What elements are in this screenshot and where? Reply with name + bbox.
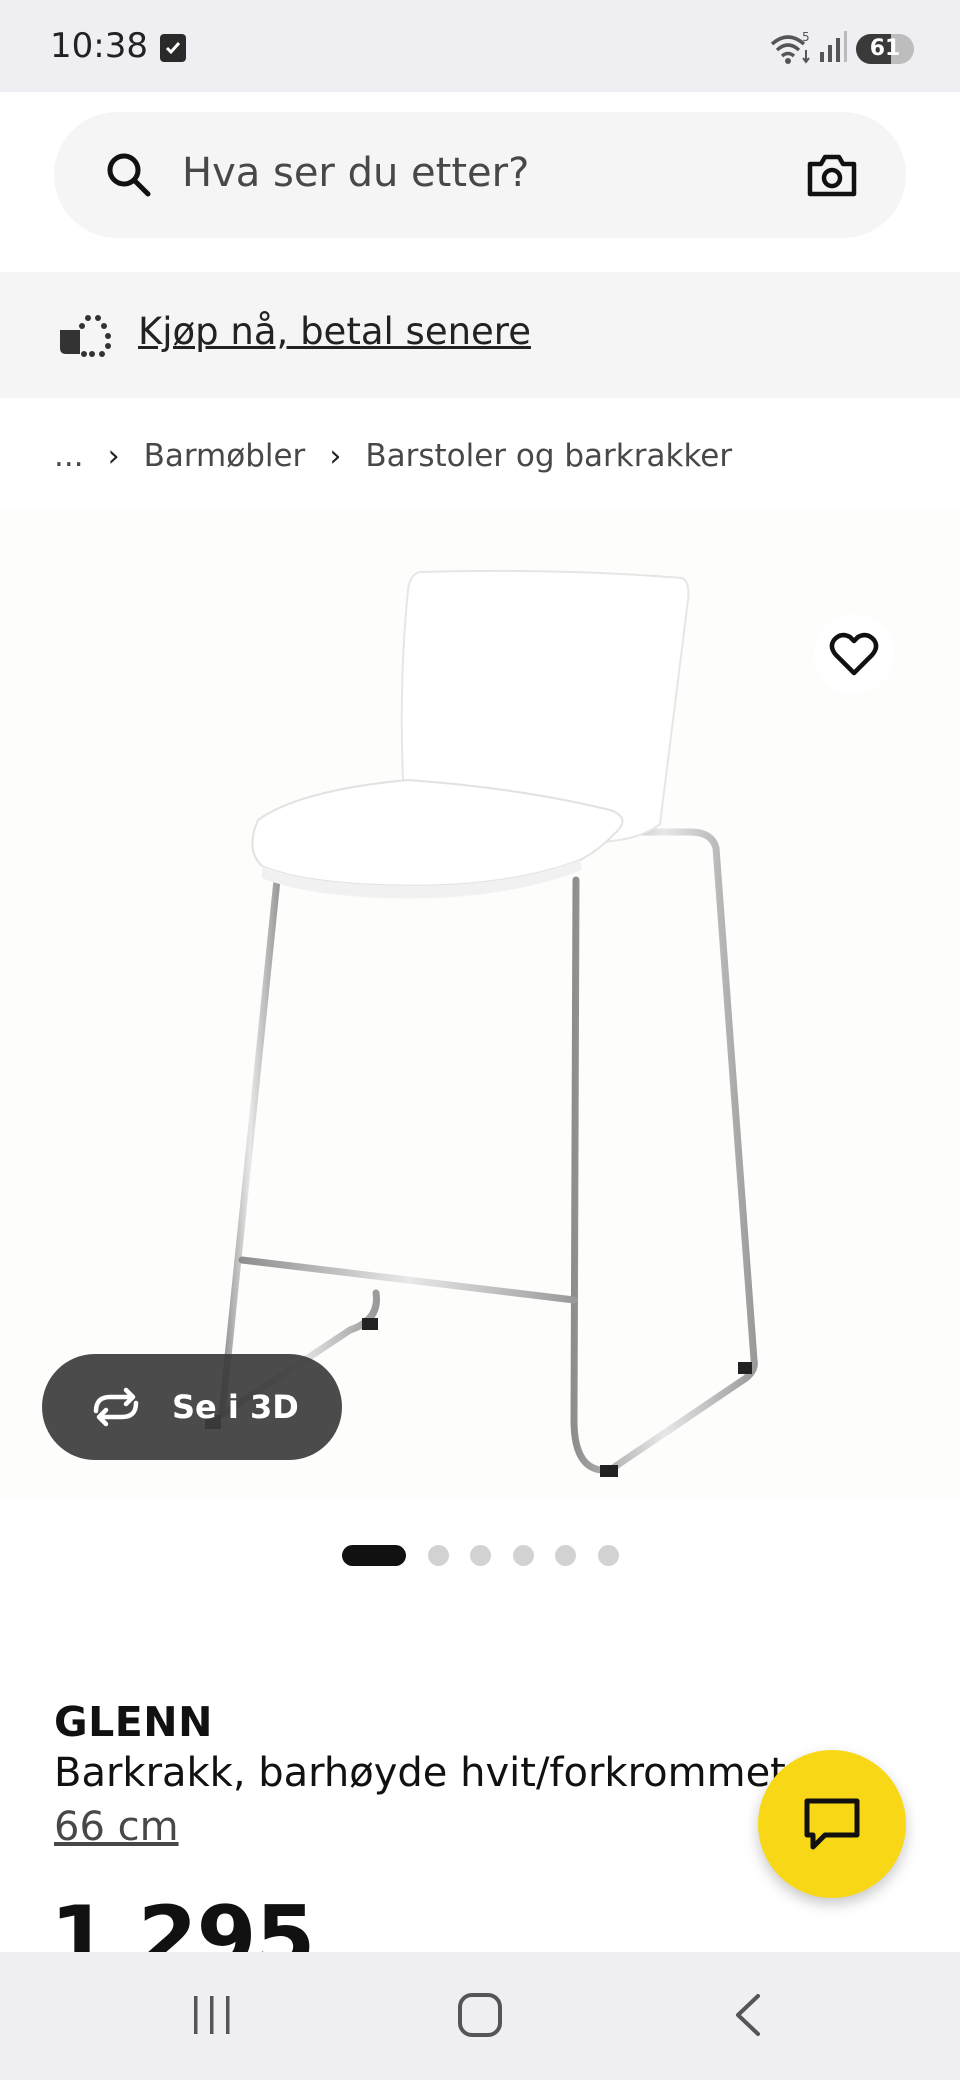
system-nav-bar [0, 1952, 960, 2080]
view-in-3d-label: Se i 3D [172, 1388, 299, 1426]
product-description: Barkrakk, barhøyde hvit/forkrommet, [54, 1750, 794, 1796]
breadcrumb-item-barmobler[interactable]: Barmøbler [144, 438, 306, 474]
carousel-dot[interactable] [597, 1544, 619, 1566]
signal-icon [818, 30, 848, 69]
camera-icon[interactable] [806, 150, 858, 205]
notification-check-icon [160, 34, 186, 62]
chevron-right-icon: › [107, 438, 120, 474]
back-icon[interactable] [730, 1992, 766, 2043]
heart-icon [829, 632, 879, 676]
buy-now-pay-later-link[interactable]: Kjøp nå, betal senere [138, 310, 531, 353]
carousel-dot[interactable] [427, 1544, 449, 1566]
carousel-dot[interactable] [555, 1544, 576, 1566]
rotate-3d-icon [93, 1387, 139, 1427]
battery-level: 61 [869, 36, 901, 61]
wifi-badge-text: 5 [802, 30, 810, 44]
recent-apps-icon[interactable] [190, 1992, 234, 2043]
chat-button[interactable] [758, 1750, 906, 1898]
carousel-dot-active[interactable] [342, 1544, 406, 1566]
search-bar[interactable]: Hva ser du etter? [54, 112, 906, 238]
carousel-indicator [342, 1544, 640, 1566]
status-time: 10:38 [50, 26, 148, 66]
breadcrumb-item-barstoler[interactable]: Barstoler og barkrakker [365, 438, 732, 474]
favorite-button[interactable] [814, 614, 894, 694]
chevron-right-icon: › [329, 438, 342, 474]
installment-icon [58, 310, 116, 363]
search-icon [104, 150, 154, 205]
carousel-dot[interactable] [470, 1544, 491, 1566]
breadcrumb: ... › Barmøbler › Barstoler og barkrakke… [54, 432, 732, 480]
battery-indicator: 61 [856, 34, 914, 64]
home-icon[interactable] [456, 1990, 504, 2045]
product-name: GLENN [54, 1698, 213, 1746]
status-bar: 10:38 5 61 [0, 0, 960, 92]
breadcrumb-ellipsis[interactable]: ... [54, 438, 84, 474]
wifi-icon: 5 [768, 30, 814, 71]
product-size-link[interactable]: 66 cm [54, 1804, 179, 1850]
carousel-dot[interactable] [512, 1544, 534, 1566]
search-input[interactable]: Hva ser du etter? [182, 150, 529, 196]
payment-banner: Kjøp nå, betal senere [0, 272, 960, 398]
chat-icon [804, 1798, 860, 1850]
view-in-3d-button[interactable]: Se i 3D [42, 1354, 342, 1460]
